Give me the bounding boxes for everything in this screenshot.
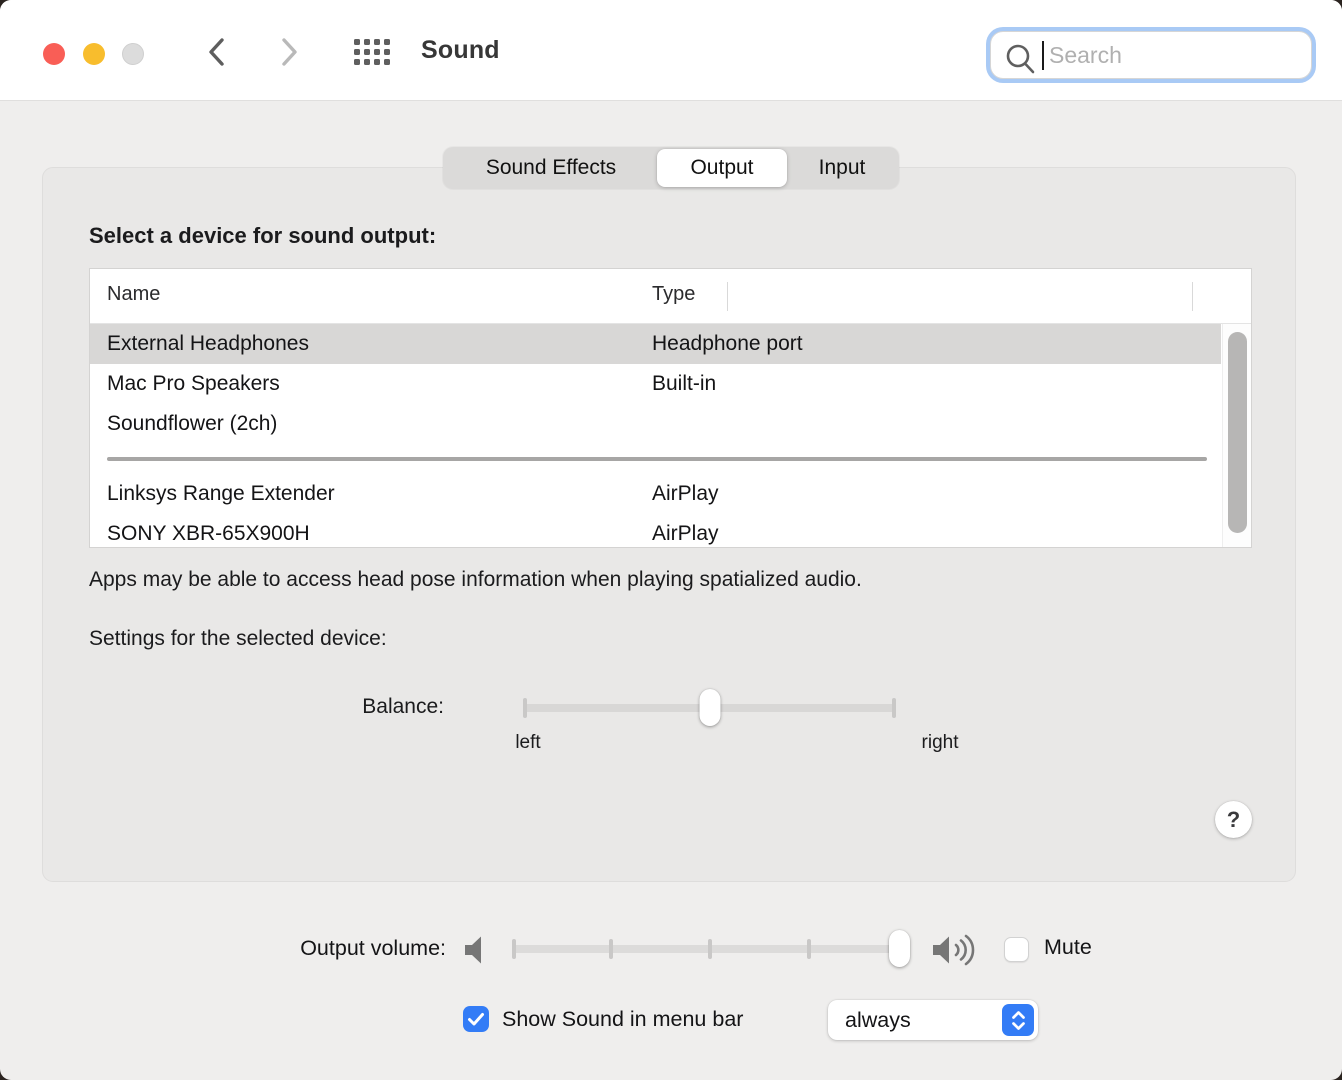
mute-label: Mute (1044, 935, 1092, 960)
pane-heading: Select a device for sound output: (89, 223, 436, 249)
minimize-button[interactable] (83, 43, 105, 65)
sound-preferences-window: Sound Sound Effects Output Input Select … (0, 0, 1342, 1080)
table-row[interactable]: Soundflower (2ch) (90, 404, 1221, 444)
up-down-chevrons-icon (1010, 1009, 1027, 1032)
tab-bar: Sound Effects Output Input (443, 147, 899, 189)
mute-checkbox[interactable] (1004, 937, 1029, 962)
column-divider[interactable] (1192, 282, 1193, 311)
balance-left-label: left (498, 732, 558, 754)
menubar-visibility-dropdown[interactable]: always (828, 1000, 1038, 1040)
device-name: SONY XBR-65X900H (90, 522, 310, 546)
device-type: Headphone port (652, 332, 803, 356)
slider-tick (512, 939, 516, 959)
device-type: AirPlay (652, 522, 719, 546)
tab-input[interactable]: Input (787, 149, 897, 187)
settings-for-device-label: Settings for the selected device: (89, 627, 387, 651)
tab-sound-effects[interactable]: Sound Effects (445, 149, 657, 187)
device-name: Soundflower (2ch) (90, 412, 277, 436)
dropdown-selected-value: always (828, 1008, 1002, 1033)
list-separator (90, 444, 1221, 474)
output-volume-slider-thumb[interactable] (889, 930, 910, 967)
column-divider[interactable] (727, 282, 728, 311)
back-button[interactable] (204, 36, 230, 68)
slider-tick (609, 939, 613, 959)
column-header-type[interactable]: Type (652, 283, 695, 306)
device-name: External Headphones (90, 332, 309, 356)
search-field[interactable] (990, 31, 1312, 79)
slider-tick (892, 698, 896, 718)
scrollbar-thumb[interactable] (1228, 332, 1247, 533)
chevron-right-icon (277, 36, 301, 68)
output-volume-label: Output volume: (0, 936, 446, 961)
table-row[interactable]: External Headphones Headphone port (90, 324, 1221, 364)
zoom-button (122, 43, 144, 65)
help-button[interactable]: ? (1215, 801, 1252, 838)
show-sound-label: Show Sound in menu bar (502, 1007, 743, 1032)
table-row[interactable]: Mac Pro Speakers Built-in (90, 364, 1221, 404)
page-title: Sound (421, 36, 500, 65)
question-mark-icon: ? (1227, 807, 1240, 833)
speaker-low-icon (460, 932, 494, 968)
balance-label: Balance: (43, 695, 444, 719)
dropdown-stepper (1002, 1004, 1034, 1036)
forward-button[interactable] (276, 36, 302, 68)
spatial-audio-note: Apps may be able to access head pose inf… (89, 568, 862, 592)
device-table: Name Type External Headphones Headphone … (89, 268, 1252, 548)
balance-slider[interactable] (523, 704, 896, 712)
output-pane: Select a device for sound output: Name T… (42, 167, 1296, 882)
table-row[interactable]: SONY XBR-65X900H AirPlay (90, 514, 1221, 548)
checkmark-icon (467, 1012, 485, 1027)
table-header: Name Type (90, 269, 1251, 324)
content-area: Sound Effects Output Input Select a devi… (0, 101, 1342, 1080)
slider-tick (807, 939, 811, 959)
titlebar: Sound (0, 0, 1342, 101)
balance-right-label: right (900, 732, 980, 754)
device-type: Built-in (652, 372, 716, 396)
device-type: AirPlay (652, 482, 719, 506)
table-body: External Headphones Headphone port Mac P… (90, 324, 1251, 548)
search-input[interactable] (991, 32, 1311, 78)
scrollbar-track[interactable] (1222, 324, 1251, 547)
balance-slider-thumb[interactable] (699, 689, 720, 726)
slider-tick (523, 698, 527, 718)
show-sound-checkbox[interactable] (463, 1006, 489, 1032)
device-name: Mac Pro Speakers (90, 372, 280, 396)
table-row[interactable]: Linksys Range Extender AirPlay (90, 474, 1221, 514)
close-button[interactable] (43, 43, 65, 65)
tab-output[interactable]: Output (657, 149, 787, 187)
output-volume-slider[interactable] (512, 945, 908, 953)
show-all-grid-icon[interactable] (354, 39, 390, 65)
device-name: Linksys Range Extender (90, 482, 335, 506)
column-header-name[interactable]: Name (107, 283, 160, 306)
search-field-focus-ring (986, 27, 1316, 83)
speaker-high-icon (930, 930, 982, 970)
chevron-left-icon (205, 36, 229, 68)
slider-tick (708, 939, 712, 959)
